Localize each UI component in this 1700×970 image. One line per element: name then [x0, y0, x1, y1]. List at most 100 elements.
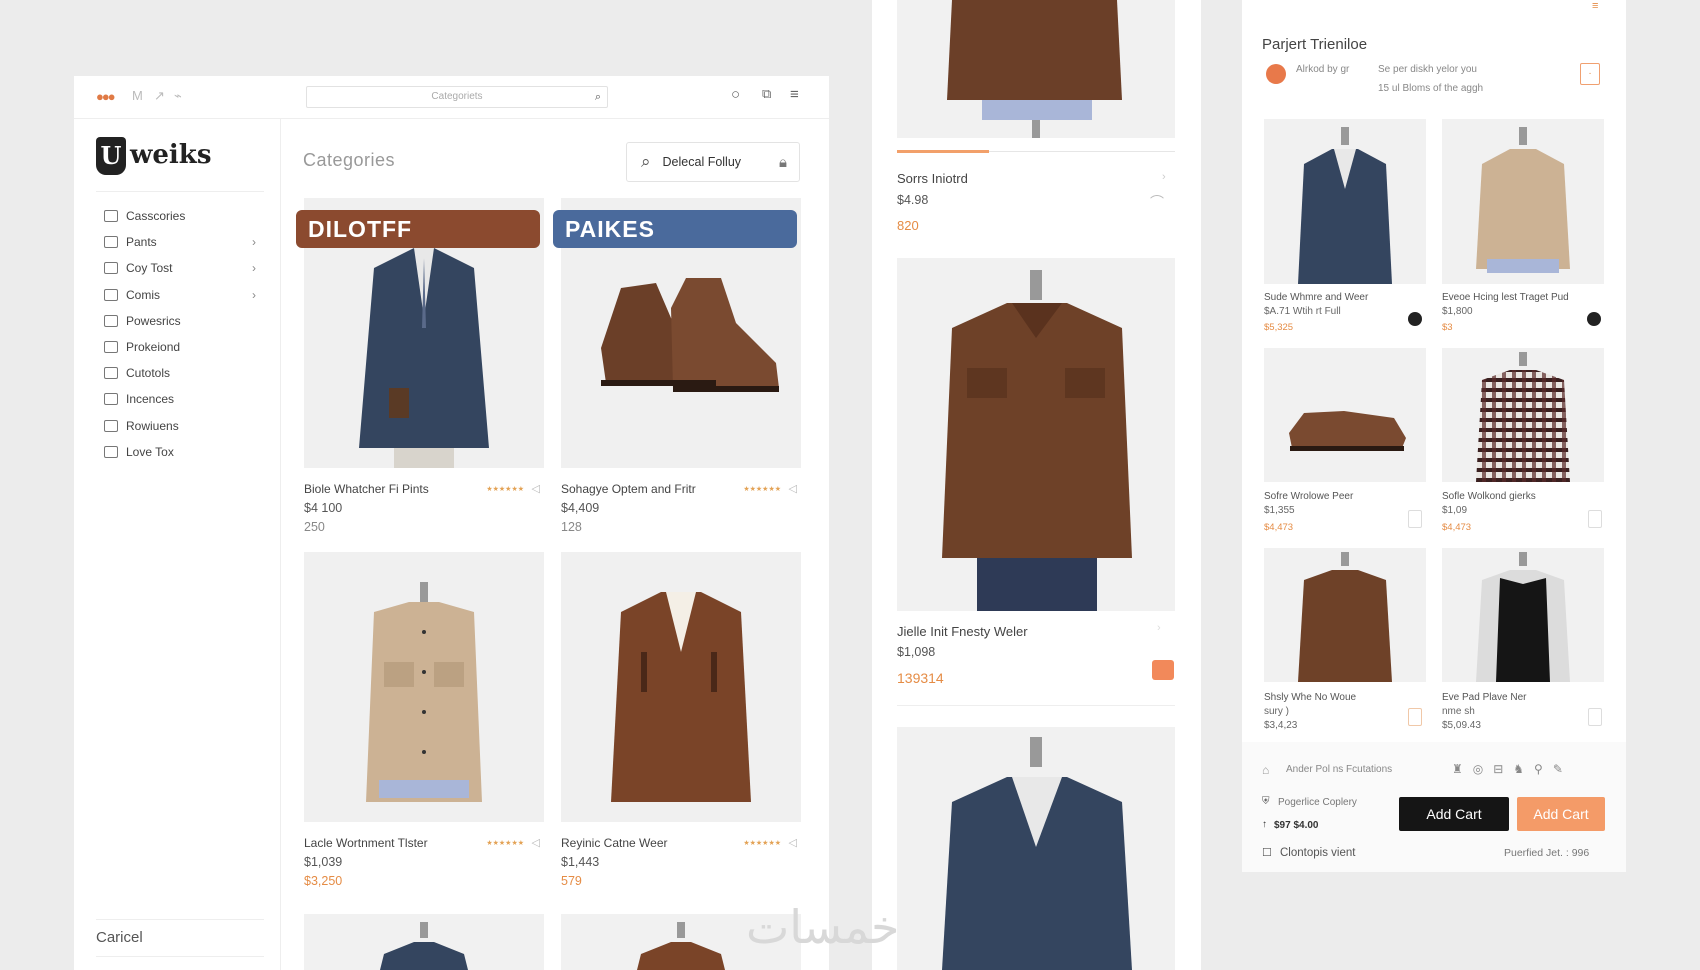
product-image[interactable]	[897, 727, 1175, 970]
options-label[interactable]: Clontopis vient	[1280, 847, 1355, 859]
sidebar-item[interactable]: Prokeiond	[104, 334, 254, 360]
rating-stars-icon: ★★★★★★	[486, 486, 524, 493]
social-icons[interactable]: ♜◎⊟♞⚲✎	[1452, 762, 1573, 776]
lock-icon: 🔒︎	[779, 153, 787, 171]
product-price: $1,355	[1264, 505, 1295, 516]
chevron-right-icon[interactable]: ›	[1157, 622, 1161, 634]
triangle-icon	[104, 445, 118, 458]
sidebar-item[interactable]: Love Tox	[104, 439, 254, 465]
product-price: $1,098	[897, 645, 936, 659]
chevron-right-icon[interactable]: ›	[252, 235, 256, 249]
cancel-button[interactable]: Caricel	[96, 919, 264, 957]
cart-icon[interactable]: ≡	[790, 86, 799, 103]
product-price: $1,800	[1442, 306, 1473, 317]
product-image[interactable]	[1264, 119, 1426, 284]
sidebar-item-label: Casscories	[126, 209, 186, 224]
product-image[interactable]	[1442, 348, 1604, 482]
sidebar-item[interactable]: Rowiuens	[104, 413, 254, 439]
promo-banner[interactable]: PAIKES	[553, 210, 797, 248]
product-image[interactable]	[304, 914, 544, 970]
shuffle-icon	[104, 419, 118, 432]
sidebar-item[interactable]: Powesrics	[104, 308, 254, 334]
search-input[interactable]: Categoriets ⌕	[306, 86, 608, 108]
product-price-secondary: $3	[1442, 322, 1453, 333]
bookmark-icon[interactable]: ·	[1580, 63, 1600, 85]
catalog-panel: ●●● M ↗ ⌁ Categoriets ⌕ ○ ⧉ ≡ Uweiks Cas…	[74, 76, 829, 970]
footer-links[interactable]: Ander Pol ns Fcutations	[1286, 764, 1392, 775]
verified-label: Puerfied Jet. : 996	[1504, 847, 1590, 859]
add-cart-button[interactable]: Add Cart	[1399, 797, 1509, 831]
sidebar-item[interactable]: Cutotols	[104, 360, 254, 386]
product-name[interactable]: Reyinic Catne Weer	[561, 836, 668, 850]
product-name[interactable]: Biole Whatcher Fi Pints	[304, 482, 429, 496]
wishlist-icon[interactable]: ⌒	[1150, 192, 1164, 212]
filter-dropdown[interactable]: ⌕ Delecal Folluy 🔒︎	[626, 142, 800, 182]
product-price-secondary: 250	[304, 520, 325, 534]
chevron-right-icon[interactable]: ›	[252, 261, 256, 275]
wishlist-icon[interactable]	[1408, 510, 1422, 528]
product-price-secondary: $3,4,23	[1264, 720, 1298, 731]
menu-icon[interactable]: ≡	[1592, 0, 1598, 12]
sidebar-item[interactable]: Comis ›	[104, 282, 256, 308]
mail-icon[interactable]: M	[132, 88, 143, 103]
product-price-secondary: $5,325	[1264, 322, 1294, 333]
product-name[interactable]: Shsly Whe No Woue	[1264, 692, 1356, 703]
chevron-right-icon[interactable]: ›	[1162, 171, 1166, 183]
add-icon[interactable]	[1408, 312, 1422, 326]
chevron-right-icon[interactable]: ›	[252, 288, 256, 302]
sidebar-item[interactable]: Incences	[104, 386, 254, 412]
refresh-icon[interactable]: ○	[731, 86, 740, 103]
promo-banner[interactable]: DILOTFF	[296, 210, 540, 248]
add-icon[interactable]	[1587, 312, 1601, 326]
share-icon[interactable]: ⧉	[762, 86, 771, 102]
product-image[interactable]	[1442, 548, 1604, 682]
product-name[interactable]: Sorrs Iniotrd	[897, 171, 968, 186]
home-icon[interactable]: ⌂	[1262, 763, 1269, 777]
product-price-secondary: $4,473	[1264, 522, 1294, 533]
product-price-secondary: 820	[897, 218, 919, 233]
sidebar-item[interactable]: Coy Tost ›	[104, 255, 256, 281]
product-name[interactable]: Sofre Wrolowe Peer	[1264, 491, 1353, 502]
tag-icon[interactable]	[1152, 660, 1174, 680]
share-icon[interactable]: ◁	[789, 482, 797, 495]
product-name[interactable]: Sofle Wolkond gierks	[1442, 491, 1536, 502]
product-image[interactable]	[1264, 348, 1426, 482]
app-logo-icon: ●●●	[96, 89, 116, 104]
wishlist-icon[interactable]	[1588, 708, 1602, 726]
product-name[interactable]: Jielle Init Fnesty Weler	[897, 624, 1028, 639]
share-icon[interactable]: ◁	[789, 836, 797, 849]
sidebar-item-label: Love Tox	[126, 444, 174, 459]
image-progress-indicator	[897, 150, 989, 153]
share-icon[interactable]: ◁	[532, 482, 540, 495]
avatar[interactable]	[1266, 64, 1286, 84]
add-cart-secondary-button[interactable]: Add Cart	[1517, 797, 1605, 831]
total-price: $97 $4.00	[1274, 820, 1319, 831]
product-name[interactable]: Eveoe Hcing lest Traget Pud	[1442, 292, 1569, 303]
sidebar-item[interactable]: Casscories	[104, 203, 254, 229]
edit-icon[interactable]: ↗	[154, 88, 165, 104]
tag-icon[interactable]: ⌁	[174, 88, 182, 104]
rating-stars-icon: ★★★★★★	[486, 840, 524, 847]
product-name[interactable]: Lacle Wortnment Tlster	[304, 836, 428, 850]
product-name[interactable]: Sude Whmre and Weer	[1264, 292, 1368, 303]
search-icon[interactable]: ⌕	[595, 87, 601, 107]
wishlist-icon[interactable]	[1408, 708, 1422, 726]
product-image[interactable]	[561, 552, 801, 822]
product-image[interactable]	[1264, 548, 1426, 682]
product-name[interactable]: Sohagye Optem and Fritr	[561, 482, 696, 496]
product-image[interactable]	[897, 258, 1175, 611]
divider	[96, 191, 264, 192]
product-detail-panel: Sorrs Iniotrd $4.98 820 › ⌒ Jielle Init …	[872, 0, 1201, 970]
brand-mark-icon: U	[96, 137, 126, 175]
product-price: $4,409	[561, 501, 600, 515]
product-image[interactable]	[897, 0, 1175, 138]
product-name[interactable]: Eve Pad Plave Ner	[1442, 692, 1527, 703]
product-image[interactable]	[1442, 119, 1604, 284]
sidebar-item[interactable]: Pants ›	[104, 229, 256, 255]
product-image[interactable]	[304, 552, 544, 822]
share-icon[interactable]: ◁	[532, 836, 540, 849]
wishlist-icon[interactable]	[1588, 510, 1602, 528]
sidebar-item-label: Powesrics	[126, 313, 181, 328]
brand-logo[interactable]: Uweiks	[96, 137, 211, 175]
sidebar-item-label: Rowiuens	[126, 418, 179, 433]
